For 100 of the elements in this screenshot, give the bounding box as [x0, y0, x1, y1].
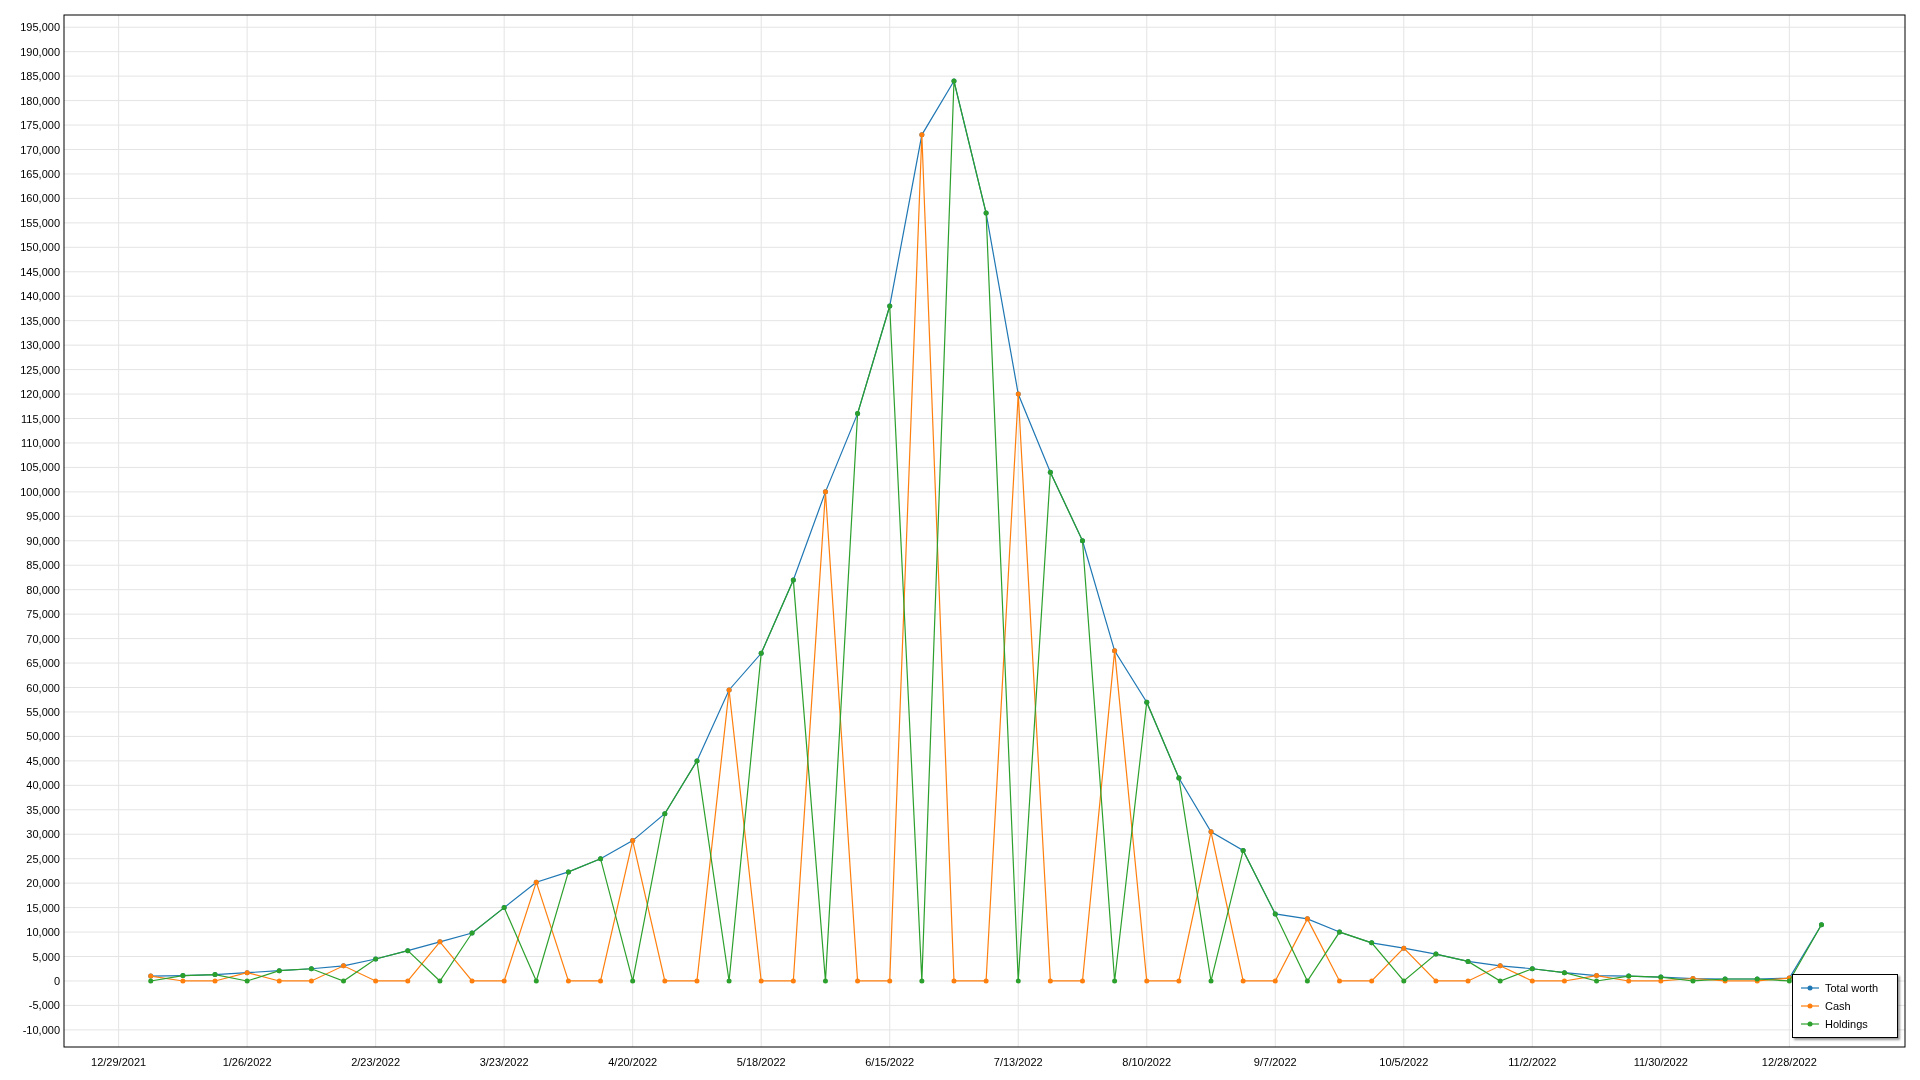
y-axis-label: 50,000: [26, 730, 60, 743]
y-axis-label: 150,000: [20, 241, 60, 254]
y-axis-label: 135,000: [20, 314, 60, 327]
data-point: [758, 978, 764, 984]
y-axis-label: 70,000: [26, 632, 60, 645]
x-axis-label: 10/5/2022: [1379, 1056, 1429, 1068]
x-axis-label: 7/13/2022: [993, 1056, 1043, 1068]
y-axis-label: 145,000: [20, 265, 60, 278]
x-axis-label: 11/30/2022: [1633, 1056, 1688, 1068]
data-point: [244, 978, 250, 984]
data-point: [630, 978, 636, 984]
data-point: [598, 978, 604, 984]
y-axis-label: 20,000: [26, 877, 60, 890]
data-point: [1176, 978, 1182, 984]
data-point: [726, 978, 732, 984]
x-axis-label: 12/28/2022: [1761, 1056, 1817, 1068]
y-axis-label: 45,000: [26, 754, 60, 767]
x-axis-label: 5/18/2022: [736, 1056, 786, 1068]
x-axis-label: 3/23/2022: [479, 1056, 529, 1068]
y-axis-label: 5,000: [32, 950, 60, 963]
data-point: [1529, 978, 1535, 984]
x-axis-label: 9/7/2022: [1253, 1056, 1297, 1068]
x-axis-label: 1/26/2022: [222, 1056, 272, 1068]
data-point: [373, 978, 379, 984]
y-axis-label: 25,000: [26, 852, 60, 865]
y-axis-label: 60,000: [26, 681, 60, 694]
data-point: [1112, 978, 1118, 984]
data-point: [1401, 978, 1407, 984]
y-axis-label: 155,000: [20, 216, 60, 229]
y-axis-label: 95,000: [26, 510, 60, 523]
data-point: [565, 978, 571, 984]
y-axis-label: -10,000: [22, 1023, 60, 1036]
x-axis-label: 6/15/2022: [865, 1056, 915, 1068]
data-point: [1337, 978, 1343, 984]
y-axis-label: 115,000: [21, 412, 60, 425]
y-axis-label: 55,000: [26, 705, 60, 718]
y-axis-label: 40,000: [26, 779, 60, 792]
y-axis-label: 15,000: [26, 901, 60, 914]
y-axis-label: 190,000: [20, 45, 60, 58]
legend-line-icon: [1801, 985, 1819, 991]
data-point: [822, 978, 828, 984]
x-axis-label: 8/10/2022: [1122, 1056, 1172, 1068]
data-point: [469, 978, 475, 984]
y-axis-label: 75,000: [26, 608, 60, 621]
data-point: [887, 978, 893, 984]
y-axis-label: 125,000: [20, 363, 60, 376]
y-axis-label: 85,000: [26, 559, 60, 572]
data-point: [1272, 978, 1278, 984]
y-axis-label: 110,000: [21, 436, 60, 449]
x-axis-label: 4/20/2022: [608, 1056, 658, 1068]
data-point: [308, 978, 314, 984]
data-point: [1144, 978, 1150, 984]
y-axis-label: 100,000: [20, 485, 60, 498]
x-axis-label: 2/23/2022: [351, 1056, 401, 1068]
data-point: [533, 978, 539, 984]
y-axis-label: 120,000: [20, 388, 60, 401]
y-axis-label: -5,000: [28, 999, 60, 1012]
data-point: [1369, 978, 1375, 984]
y-axis-label: 130,000: [20, 339, 60, 352]
legend-line-icon: [1801, 1003, 1819, 1009]
y-axis-label: 160,000: [20, 192, 60, 205]
data-point: [405, 978, 411, 984]
data-point: [437, 978, 443, 984]
y-axis-label: 80,000: [26, 583, 60, 596]
y-axis-label: 35,000: [26, 803, 60, 816]
y-axis-label: 10,000: [26, 926, 60, 939]
data-point: [1208, 978, 1214, 984]
data-point: [1240, 978, 1246, 984]
x-axis-label: 11/2/2022: [1508, 1056, 1557, 1068]
y-axis-label: 165,000: [20, 167, 60, 180]
data-point: [983, 978, 989, 984]
data-point: [1561, 978, 1567, 984]
data-point: [276, 978, 282, 984]
y-axis-label: 0: [53, 974, 60, 987]
y-axis-label: 105,000: [20, 461, 60, 474]
x-axis-label: 12/29/2021: [91, 1056, 147, 1068]
data-point: [1080, 978, 1085, 984]
y-axis-label: 30,000: [26, 828, 60, 841]
legend-label: Holdings: [1825, 1017, 1868, 1031]
data-point: [341, 978, 346, 984]
y-axis-label: 140,000: [20, 290, 60, 303]
data-point: [1433, 978, 1439, 984]
legend-label: Total worth: [1825, 981, 1879, 995]
data-point: [1497, 978, 1503, 984]
data-point: [1465, 978, 1471, 984]
data-point: [501, 978, 507, 984]
y-axis-label: 90,000: [26, 534, 60, 547]
y-axis-label: 180,000: [20, 94, 60, 107]
data-point: [694, 978, 700, 984]
data-point: [1304, 978, 1310, 984]
y-axis-label: 170,000: [20, 143, 60, 156]
y-axis-label: 185,000: [20, 70, 60, 83]
y-axis-label: 195,000: [20, 21, 60, 34]
data-point: [855, 978, 861, 984]
legend-label: Cash: [1825, 999, 1851, 1013]
y-axis-label: 175,000: [20, 119, 60, 132]
data-point: [662, 978, 668, 984]
data-point: [1015, 978, 1021, 984]
legend-line-icon: [1801, 1021, 1819, 1027]
data-point: [919, 978, 925, 984]
